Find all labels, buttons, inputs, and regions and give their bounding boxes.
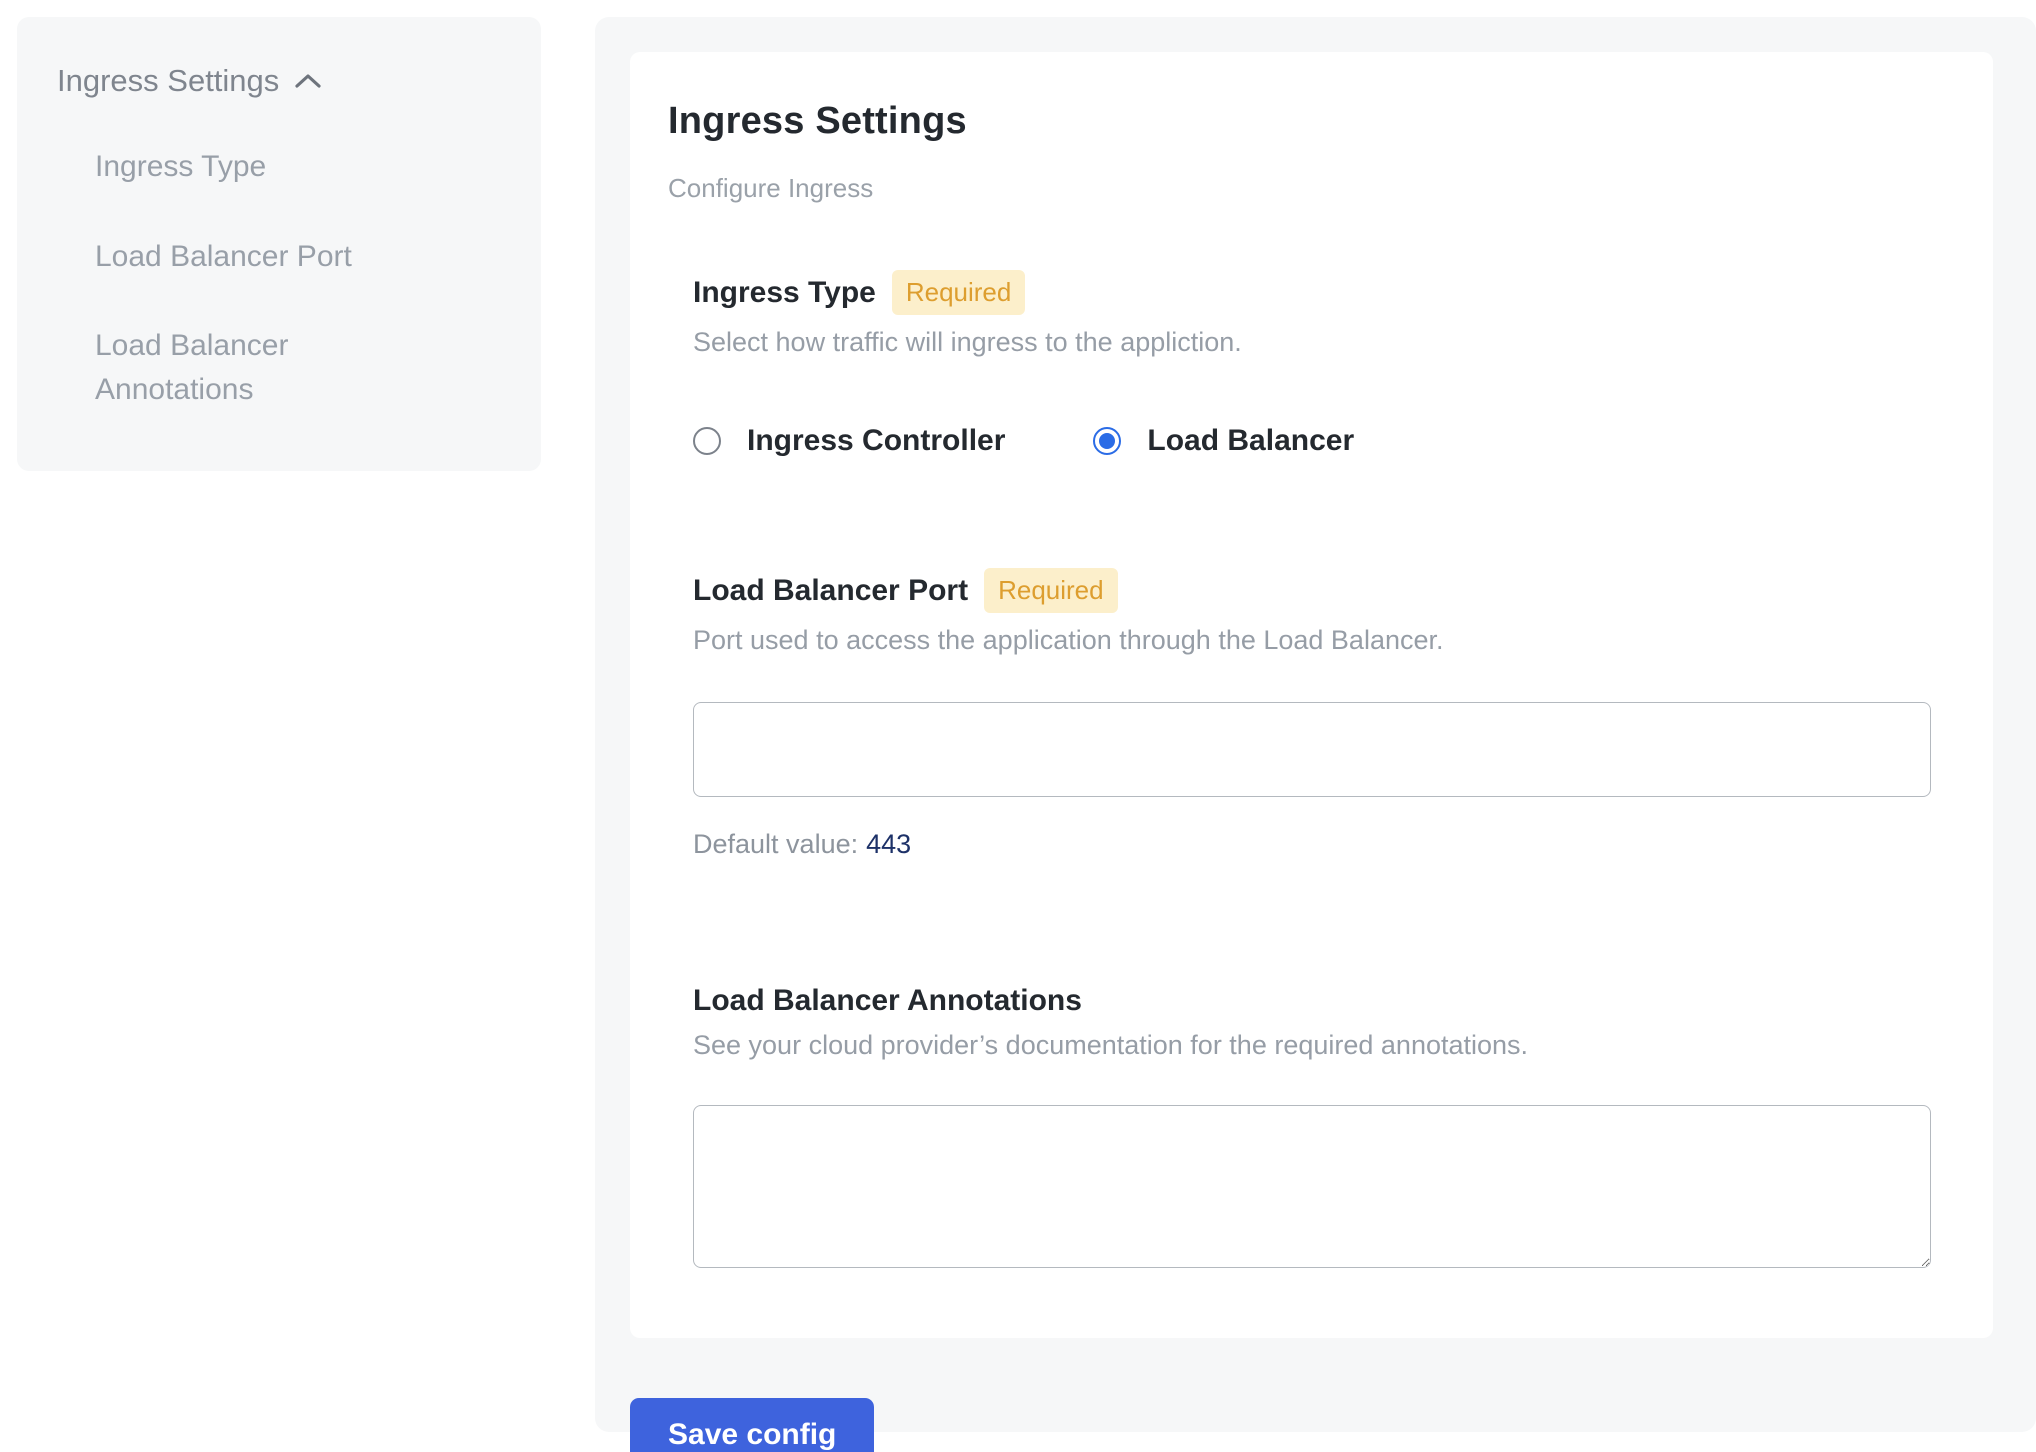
radio-option-load-balancer[interactable]: Load Balancer <box>1093 424 1354 458</box>
radio-icon[interactable] <box>693 427 721 455</box>
default-value-label: Default value: <box>693 829 858 859</box>
section-load-balancer-annotations: Load Balancer Annotations See your cloud… <box>693 984 1929 1268</box>
section-load-balancer-port: Load Balancer Port Required Port used to… <box>693 568 1929 860</box>
required-badge: Required <box>984 568 1118 613</box>
sidebar-group-label: Ingress Settings <box>57 63 279 99</box>
sidebar-group-ingress-settings[interactable]: Ingress Settings <box>57 63 501 99</box>
sidebar-item-ingress-type[interactable]: Ingress Type <box>95 145 435 189</box>
save-config-button[interactable]: Save config <box>630 1398 874 1452</box>
section-ingress-type: Ingress Type Required Select how traffic… <box>693 270 1929 458</box>
ingress-settings-card: Ingress Settings Configure Ingress Ingre… <box>630 52 1993 1338</box>
ingress-type-radio-group: Ingress Controller Load Balancer <box>693 424 1929 458</box>
lb-port-description: Port used to access the application thro… <box>693 625 1929 656</box>
radio-label: Ingress Controller <box>747 424 1005 458</box>
ingress-type-heading: Ingress Type <box>693 276 876 310</box>
lb-port-heading: Load Balancer Port <box>693 574 968 608</box>
ingress-settings-panel: Ingress Settings Configure Ingress Ingre… <box>595 17 2036 1432</box>
default-value: 443 <box>866 829 911 859</box>
page-title: Ingress Settings <box>668 100 1929 143</box>
ingress-type-description: Select how traffic will ingress to the a… <box>693 327 1929 358</box>
sidebar-item-list: Ingress Type Load Balancer Port Load Bal… <box>57 145 501 411</box>
lb-annotations-description: See your cloud provider’s documentation … <box>693 1030 1929 1061</box>
lb-annotations-textarea[interactable] <box>693 1105 1931 1268</box>
settings-sidebar: Ingress Settings Ingress Type Load Balan… <box>17 17 541 471</box>
sidebar-item-load-balancer-annotations[interactable]: Load Balancer Annotations <box>95 324 435 411</box>
form-sections: Ingress Type Required Select how traffic… <box>668 270 1929 1268</box>
page-subtitle: Configure Ingress <box>668 173 1929 204</box>
lb-port-default-row: Default value: 443 <box>693 829 1929 860</box>
radio-icon[interactable] <box>1093 427 1121 455</box>
sidebar-item-load-balancer-port[interactable]: Load Balancer Port <box>95 235 435 279</box>
chevron-up-icon <box>293 71 323 91</box>
radio-label: Load Balancer <box>1147 424 1354 458</box>
required-badge: Required <box>892 270 1026 315</box>
lb-port-input[interactable] <box>693 702 1931 797</box>
lb-annotations-heading: Load Balancer Annotations <box>693 984 1082 1018</box>
radio-option-ingress-controller[interactable]: Ingress Controller <box>693 424 1005 458</box>
